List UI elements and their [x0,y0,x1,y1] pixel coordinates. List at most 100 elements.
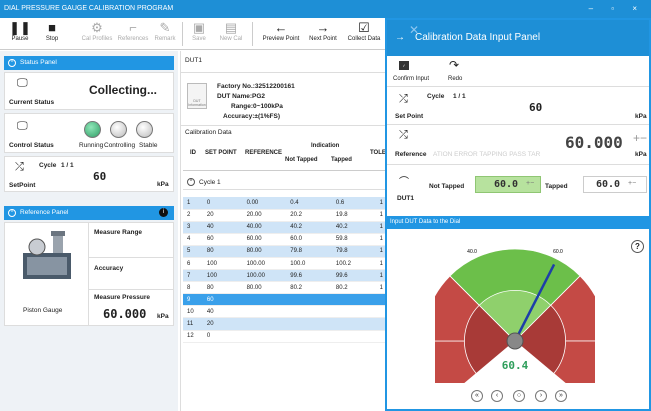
next-point-button[interactable]: → Next Point [306,20,340,42]
plus-minus-icon[interactable]: +− [628,180,636,187]
arrow-left-icon: ← [274,20,288,35]
window-controls[interactable]: – ▫ × [589,0,645,18]
collapse-icon: ^ [8,59,16,67]
table-cell: 11 [183,317,203,331]
arrow-right-icon[interactable]: → [395,20,405,56]
measure-range-label: Measure Range [94,229,143,236]
cal-profiles-button[interactable]: ⚙ Cal Profiles [80,20,114,42]
measure-pressure-value: 60.000 [103,307,147,321]
table-row[interactable]: 12 0 [183,330,387,343]
input-panel-header: → Calibration Data Input Panel ✕ [387,20,649,56]
not-tapped-input[interactable]: 60.0 +− [475,176,541,193]
arrow-right-icon: → [316,20,330,35]
table-cell: 100.0 [286,257,332,271]
table-cell: 20 [202,209,243,222]
table-cell: 60.00 [242,233,287,246]
table-cell: 79.8 [331,245,376,258]
control-status-label: Control Status [9,142,54,149]
piston-gauge-image [23,231,71,279]
reference-value: 60.000 [565,133,623,152]
table-cell: 0 [202,330,243,343]
running-label: Running [79,142,104,149]
cycle-group-row[interactable]: ^ Cycle 1 [183,176,387,190]
tapped-input[interactable]: 60.0 +− [583,176,647,193]
dial-header: Input DUT Data to the Dial [387,216,649,229]
remark-button[interactable]: ✎ Remark [152,20,178,42]
stop-icon: ■ [48,20,56,35]
plus-minus-icon[interactable]: +− [526,180,534,187]
close-icon[interactable]: ✕ [409,12,419,48]
table-cell: 10 [183,305,203,319]
checkbox-icon: ☑ [358,20,370,35]
reference-row: ⤮ Reference ATION ERROR TAPPING PASS TAR… [387,124,649,160]
table-cell: 4 [183,233,203,246]
table-cell [286,293,332,307]
table-row[interactable]: 8 80 80.00 80.2 80.2 1 [183,281,387,295]
table-row[interactable]: 4 60 60.00 60.0 59.8 1 [183,233,387,246]
current-status-box: 🖵 Current Status Collecting... [4,72,174,110]
step-forward-icon[interactable]: › [535,390,547,402]
table-cell: 100 [202,269,243,283]
table-cell: 80.00 [242,281,287,295]
table-cell: 7 [183,269,203,283]
plus-minus-icon[interactable]: +− [633,131,647,145]
confirm-input-button[interactable]: Confirm Input [393,76,429,82]
new-cal-button[interactable]: ▤ New Cal [216,20,246,42]
table-row[interactable]: 2 20 20.00 20.2 19.8 1 [183,209,387,222]
setpoint-label: SetPoint [9,182,36,189]
table-row[interactable]: 10 40 [183,305,387,319]
reference-panel-header[interactable]: ^ Reference Panel i [4,206,174,220]
reset-icon[interactable]: ○ [513,390,525,402]
table-cell: 99.6 [286,269,332,283]
table-cell: 6 [183,257,203,271]
table-cell: 60 [202,293,243,307]
redo-icon[interactable]: ↷ [449,58,459,72]
table-row[interactable]: 3 40 40.00 40.2 40.2 1 [183,221,387,234]
confirm-input-icon[interactable]: ✓ [399,61,409,70]
status-panel-header[interactable]: ^ Status Panel [4,56,174,70]
table-cell: 100 [202,257,243,271]
dial-reading: 60.4 [502,359,529,372]
table-cell: 2 [183,209,203,222]
table-row[interactable]: 5 80 80.00 79.8 79.8 1 [183,245,387,258]
table-cell: 100.2 [331,257,376,271]
accuracy-label: Accuracy [94,265,124,272]
dial-tick-label: 40.0 [467,249,477,255]
current-status-label: Current Status [9,99,55,106]
save-button[interactable]: ▣ Save [188,20,210,42]
table-cell: 80 [202,281,243,295]
dut-tab[interactable]: DUT1 [181,51,387,73]
control-status-box: 🖵 Control Status Running Controlling Sta… [4,113,174,153]
table-cell: 100.00 [242,269,287,283]
info-icon[interactable]: i [159,208,168,217]
device-image-area: Piston Gauge [5,223,89,325]
references-button[interactable]: ⌐ References [116,20,150,42]
dut-information-icon[interactable]: DUT Information [187,83,207,109]
table-row[interactable]: 6 100 100.00 100.0 100.2 1 [183,257,387,271]
shuffle-icon: ⤮ [15,161,24,173]
skip-forward-icon[interactable]: » [555,390,567,402]
stop-button[interactable]: ■ Stop [40,20,64,42]
collect-data-button[interactable]: ☑ Collect Data [344,20,384,42]
redo-button[interactable]: Redo [448,76,462,82]
table-row[interactable]: 9 60 [183,293,387,307]
table-row[interactable]: 7 100 100.00 99.6 99.6 1 [183,269,387,283]
controlling-indicator [110,121,127,138]
left-pane: ^ Status Panel 🖵 Current Status Collecti… [0,51,178,411]
dial-hub [506,332,524,350]
preview-point-button[interactable]: ← Preview Point [260,20,302,42]
table-row[interactable]: 11 20 [183,317,387,331]
gauge-icon: ⌒ [399,177,409,188]
set-point-row: ⤮ Cycle 1 / 1 Set Point 60 kPa [387,86,649,122]
dut-name: DUT Name:PG2 [217,93,266,100]
measure-pressure-unit: kPa [157,313,169,320]
pause-button[interactable]: ❚❚ Pause [8,20,32,42]
table-row[interactable]: 1 0 0.00 0.4 0.6 1 [183,197,387,210]
skip-back-icon[interactable]: « [471,390,483,402]
help-icon[interactable]: ? [631,240,644,253]
table-cell [286,305,332,319]
table-cell [242,305,287,319]
step-back-icon[interactable]: ‹ [491,390,503,402]
pressure-dial[interactable]: 020.040.060.080.0100.060.4 [435,233,595,383]
table-cell: 8 [183,281,203,295]
